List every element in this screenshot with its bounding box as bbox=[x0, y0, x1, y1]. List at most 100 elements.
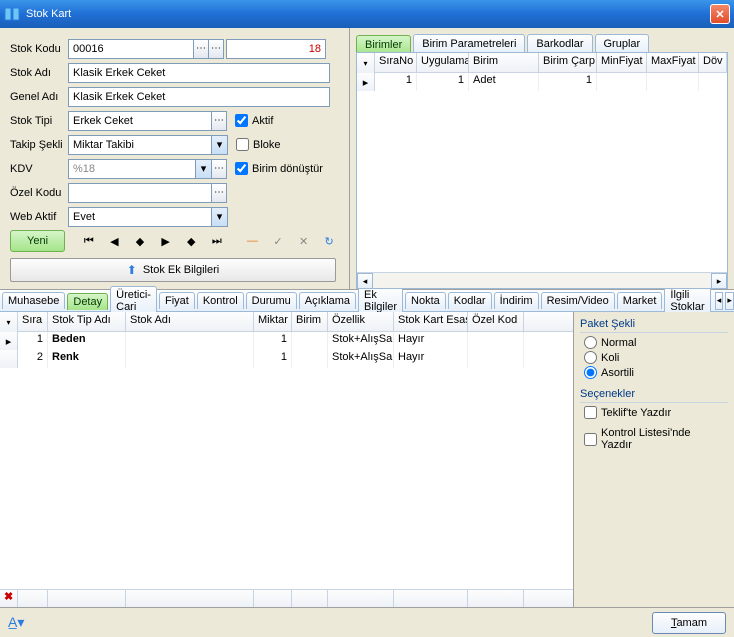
birim-don-checkbox[interactable] bbox=[235, 162, 248, 175]
col-birimcarp[interactable]: Birim Çarp bbox=[539, 53, 597, 72]
stok-ek-bilgileri-button[interactable]: ⬆ Stok Ek Bilgileri bbox=[10, 258, 336, 282]
scroll-right-icon[interactable]: ▸ bbox=[711, 273, 727, 289]
tab-uretici-cari[interactable]: Üretici-Cari bbox=[110, 286, 157, 315]
kdv-lookup[interactable]: ⋯ bbox=[211, 159, 227, 179]
chevron-down-icon[interactable]: ▾ bbox=[363, 59, 367, 68]
web-aktif-dropdown[interactable]: ▾ bbox=[212, 207, 228, 227]
tab-birim-parametreleri[interactable]: Birim Parametreleri bbox=[413, 34, 525, 53]
label-kdv: KDV bbox=[10, 163, 68, 175]
radio-normal[interactable] bbox=[584, 336, 597, 349]
radio-asortili[interactable] bbox=[584, 366, 597, 379]
web-aktif-input[interactable] bbox=[68, 207, 212, 227]
stok-tipi-lookup[interactable]: ⋯ bbox=[211, 111, 227, 131]
radio-koli[interactable] bbox=[584, 351, 597, 364]
ozel-kodu-lookup[interactable]: ⋯ bbox=[211, 183, 227, 203]
stok-kodu-lookup2[interactable]: ⋯ bbox=[208, 39, 224, 59]
detail-row[interactable]: ▸ 1 Beden 1 Stok+AlışSa Hayır bbox=[0, 332, 573, 350]
tab-muhasebe[interactable]: Muhasebe bbox=[2, 292, 65, 309]
tab-market[interactable]: Market bbox=[617, 292, 663, 309]
detail-grid[interactable]: ▾ Sıra Stok Tip Adı Stok Adı Miktar Biri… bbox=[0, 312, 573, 589]
tab-ilgili-stoklar[interactable]: İlgili Stoklar bbox=[664, 286, 710, 315]
label-bloke: Bloke bbox=[253, 139, 281, 151]
prev-icon[interactable]: ◆ bbox=[128, 231, 152, 251]
tab-kodlar[interactable]: Kodlar bbox=[448, 292, 492, 309]
col-birim2[interactable]: Birim bbox=[292, 312, 328, 331]
tab-nokta[interactable]: Nokta bbox=[405, 292, 446, 309]
stok-tipi-input[interactable] bbox=[68, 111, 212, 131]
stok-kodu-input[interactable] bbox=[68, 39, 194, 59]
unit-grid[interactable]: ▾ SıraNo Uygulama Birim Birim Çarp MinFi… bbox=[356, 52, 728, 289]
tamam-button[interactable]: Tamam bbox=[652, 612, 726, 634]
tab-detay[interactable]: Detay bbox=[67, 293, 108, 310]
col-uygulama[interactable]: Uygulama bbox=[417, 53, 469, 72]
col-ozelkod[interactable]: Özel Kod bbox=[468, 312, 524, 331]
tab-barkodlar[interactable]: Barkodlar bbox=[527, 34, 592, 53]
genel-adi-input[interactable] bbox=[68, 87, 330, 107]
col-minfiyat[interactable]: MinFiyat bbox=[597, 53, 647, 72]
label-stok-kodu: Stok Kodu bbox=[10, 43, 68, 55]
tabs-scroll-left-icon[interactable]: ◂ bbox=[715, 292, 724, 310]
check-teklifte-yazdir[interactable] bbox=[584, 406, 597, 419]
col-ozellik[interactable]: Özellik bbox=[328, 312, 394, 331]
col-miktar[interactable]: Miktar bbox=[254, 312, 292, 331]
label-genel-adi: Genel Adı bbox=[10, 91, 68, 103]
stock-form: Stok Kodu ⋯ ⋯ Stok Adı Genel Adı Stok bbox=[0, 28, 350, 289]
tab-gruplar[interactable]: Gruplar bbox=[595, 34, 650, 53]
yeni-button[interactable]: Yeni bbox=[10, 230, 65, 252]
col-birim[interactable]: Birim bbox=[469, 53, 539, 72]
cancel-icon[interactable]: ✕ bbox=[292, 231, 316, 251]
stok-kodu-seq[interactable] bbox=[226, 39, 326, 59]
next-icon[interactable]: ◆ bbox=[179, 231, 203, 251]
label-web-aktif: Web Aktif bbox=[10, 211, 68, 223]
tabs-scroll-right-icon[interactable]: ▸ bbox=[725, 292, 734, 310]
window-title: Stok Kart bbox=[26, 8, 71, 20]
check-kontrol-listesinde[interactable] bbox=[584, 433, 597, 446]
takip-sekli-dropdown[interactable]: ▾ bbox=[212, 135, 228, 155]
scroll-left-icon[interactable]: ◂ bbox=[357, 273, 373, 289]
label-ozel-kodu: Özel Kodu bbox=[10, 187, 68, 199]
last-record-icon[interactable]: ⏭ bbox=[205, 231, 229, 251]
col-sirano[interactable]: SıraNo bbox=[375, 53, 417, 72]
detail-footer: ✖ bbox=[0, 589, 573, 607]
detail-row[interactable]: 2 Renk 1 Stok+AlışSa Hayır bbox=[0, 350, 573, 368]
col-stokadi[interactable]: Stok Adı bbox=[126, 312, 254, 331]
ozel-kodu-input[interactable] bbox=[68, 183, 212, 203]
delete-icon[interactable]: — bbox=[241, 231, 265, 251]
kdv-input[interactable] bbox=[68, 159, 196, 179]
tab-resim-video[interactable]: Resim/Video bbox=[541, 292, 615, 309]
stok-kodu-lookup1[interactable]: ⋯ bbox=[193, 39, 209, 59]
first-record-icon[interactable]: ⏮ bbox=[77, 231, 101, 251]
tab-indirim[interactable]: İndirim bbox=[494, 292, 539, 309]
tamam-label: amam bbox=[676, 617, 707, 629]
takip-sekli-input[interactable] bbox=[68, 135, 212, 155]
col-maxfiyat[interactable]: MaxFiyat bbox=[647, 53, 699, 72]
col-dov[interactable]: Döv bbox=[699, 53, 727, 72]
unit-row[interactable]: ▸ 1 1 Adet 1 bbox=[357, 73, 727, 91]
kdv-dropdown[interactable]: ▾ bbox=[196, 159, 212, 179]
next-record-icon[interactable]: ▶ bbox=[154, 231, 178, 251]
tab-kontrol[interactable]: Kontrol bbox=[197, 292, 244, 309]
tab-ek-bilgiler[interactable]: Ek Bilgiler bbox=[358, 286, 403, 315]
titlebar: Stok Kart ✕ bbox=[0, 0, 734, 28]
close-button[interactable]: ✕ bbox=[710, 4, 730, 24]
font-style-icon[interactable]: A̲▾ bbox=[8, 614, 24, 631]
delete-row-icon[interactable]: ✖ bbox=[0, 591, 17, 603]
bloke-checkbox[interactable] bbox=[236, 138, 249, 151]
label-birim-don: Birim dönüştür bbox=[252, 163, 323, 175]
aktif-checkbox[interactable] bbox=[235, 114, 248, 127]
label-aktif: Aktif bbox=[252, 115, 273, 127]
col-stoktipadi[interactable]: Stok Tip Adı bbox=[48, 312, 126, 331]
tab-aciklama[interactable]: Açıklama bbox=[299, 292, 356, 309]
tab-durumu[interactable]: Durumu bbox=[246, 292, 297, 309]
group-secenekler: Seçenekler bbox=[580, 386, 728, 403]
chevron-down-icon[interactable]: ▾ bbox=[6, 318, 10, 327]
side-options: Paket Şekli Normal Koli Asortili Seçenek… bbox=[574, 312, 734, 607]
confirm-icon[interactable]: ✓ bbox=[266, 231, 290, 251]
prev-record-icon[interactable]: ◀ bbox=[103, 231, 127, 251]
col-sira[interactable]: Sıra bbox=[18, 312, 48, 331]
refresh-icon[interactable]: ↻ bbox=[317, 231, 341, 251]
label-takip-sekli: Takip Şekli bbox=[10, 139, 68, 151]
tab-fiyat[interactable]: Fiyat bbox=[159, 292, 195, 309]
stok-adi-input[interactable] bbox=[68, 63, 330, 83]
col-esasli[interactable]: Stok Kart Esaslı bbox=[394, 312, 468, 331]
